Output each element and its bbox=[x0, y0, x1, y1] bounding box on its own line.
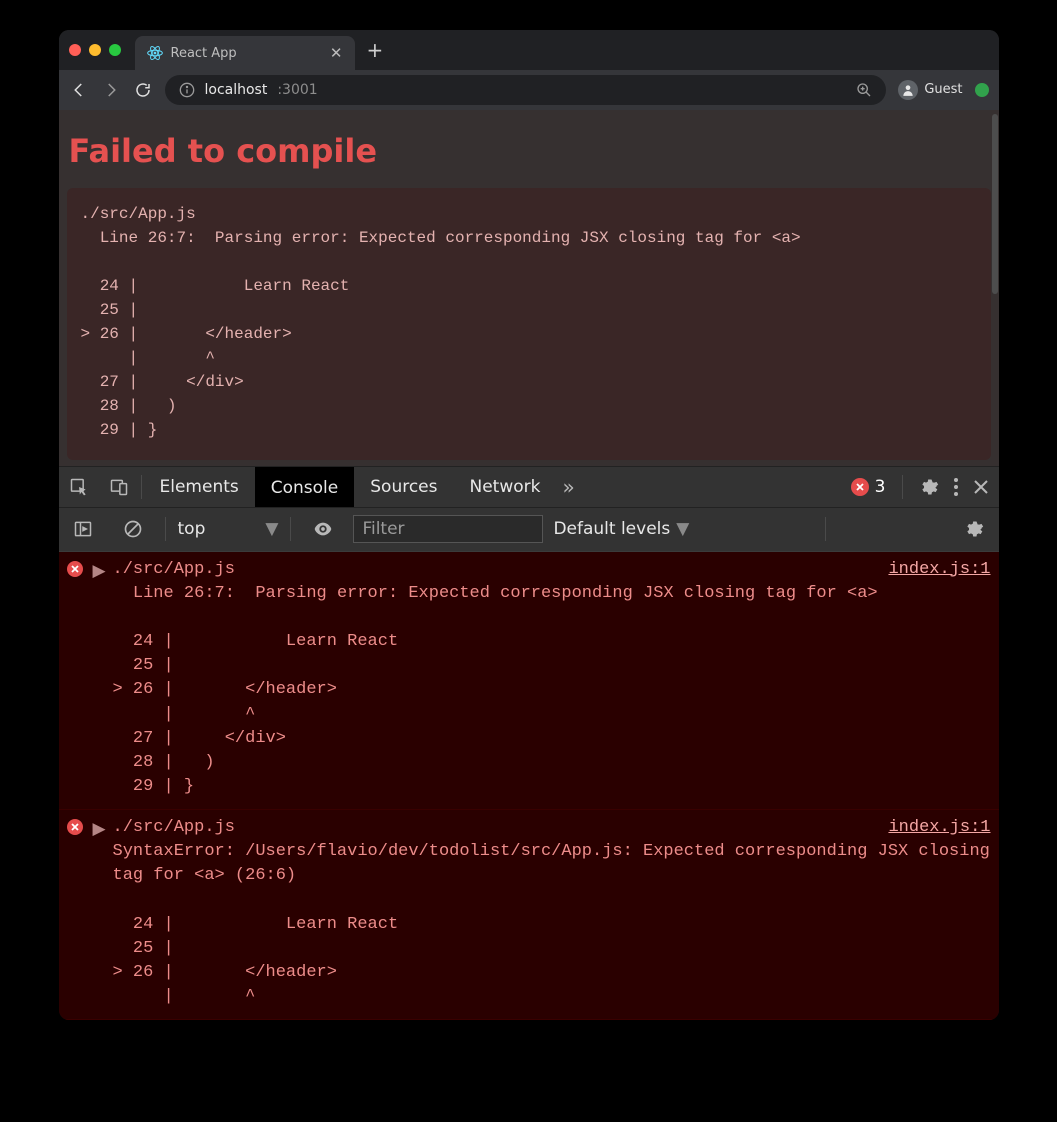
error-icon bbox=[67, 819, 83, 835]
devtools-settings-icon[interactable] bbox=[919, 477, 939, 497]
clear-console-icon[interactable] bbox=[113, 519, 153, 539]
window-controls bbox=[69, 44, 121, 56]
site-info-icon[interactable] bbox=[179, 82, 195, 98]
devtools-tab-console[interactable]: Console bbox=[255, 467, 355, 507]
address-bar: localhost :3001 Guest bbox=[59, 70, 999, 110]
error-count-value: 3 bbox=[875, 477, 886, 497]
tab-bar: React App ✕ + bbox=[59, 30, 999, 70]
more-tabs-icon[interactable]: » bbox=[562, 475, 574, 499]
devtools-tab-sources[interactable]: Sources bbox=[354, 467, 453, 507]
close-tab-icon[interactable]: ✕ bbox=[330, 44, 343, 62]
page-scrollbar[interactable] bbox=[991, 110, 999, 466]
maximize-window-button[interactable] bbox=[109, 44, 121, 56]
console-error-entry: ▶ ./src/App.js index.js:1 SyntaxError: /… bbox=[59, 810, 999, 1020]
console-error-entry: ▶ ./src/App.js index.js:1 Line 26:7: Par… bbox=[59, 552, 999, 810]
console-sidebar-icon[interactable] bbox=[63, 519, 103, 539]
error-count-badge[interactable]: 3 bbox=[851, 477, 886, 497]
console-error-body: SyntaxError: /Users/flavio/dev/todolist/… bbox=[67, 840, 991, 1009]
live-expression-icon[interactable] bbox=[303, 518, 343, 540]
reload-button[interactable] bbox=[133, 80, 153, 100]
devtools-close-icon[interactable] bbox=[973, 479, 989, 495]
chevron-down-icon: ▼ bbox=[265, 519, 278, 539]
zoom-icon[interactable] bbox=[856, 82, 872, 98]
guest-avatar-icon bbox=[898, 80, 918, 100]
url-host: localhost bbox=[205, 82, 268, 98]
url-port: :3001 bbox=[277, 82, 317, 98]
levels-label: Default levels bbox=[553, 519, 670, 539]
browser-window: React App ✕ + localhost :3001 bbox=[59, 30, 999, 1020]
context-value: top bbox=[178, 519, 206, 539]
filter-placeholder: Filter bbox=[362, 519, 404, 539]
context-selector[interactable]: top ▼ bbox=[178, 519, 279, 539]
devtools-tabbar: Elements Console Sources Network » 3 bbox=[59, 466, 999, 508]
error-heading: Failed to compile bbox=[59, 110, 999, 188]
close-window-button[interactable] bbox=[69, 44, 81, 56]
console-toolbar: top ▼ Filter Default levels ▼ bbox=[59, 508, 999, 552]
devtools-tab-elements[interactable]: Elements bbox=[144, 467, 255, 507]
chevron-down-icon: ▼ bbox=[676, 519, 689, 539]
minimize-window-button[interactable] bbox=[89, 44, 101, 56]
inspect-element-icon[interactable] bbox=[59, 477, 99, 497]
error-badge-icon bbox=[851, 478, 869, 496]
guest-label: Guest bbox=[924, 82, 962, 97]
console-settings-icon[interactable] bbox=[964, 519, 984, 539]
error-icon bbox=[67, 561, 83, 577]
browser-tab[interactable]: React App ✕ bbox=[135, 36, 355, 70]
console-error-body: Line 26:7: Parsing error: Expected corre… bbox=[67, 582, 991, 799]
page-viewport: Failed to compile ./src/App.js Line 26:7… bbox=[59, 110, 999, 466]
react-favicon-icon bbox=[147, 45, 163, 61]
console-source-link[interactable]: index.js:1 bbox=[888, 558, 990, 582]
back-button[interactable] bbox=[69, 80, 89, 100]
devtools-menu-icon[interactable] bbox=[953, 477, 959, 497]
expand-icon[interactable]: ▶ bbox=[93, 561, 106, 585]
log-levels-selector[interactable]: Default levels ▼ bbox=[553, 519, 689, 539]
devtools-panel: Elements Console Sources Network » 3 bbox=[59, 466, 999, 1020]
tab-title: React App bbox=[171, 46, 237, 61]
filter-input[interactable]: Filter bbox=[353, 515, 543, 543]
url-field[interactable]: localhost :3001 bbox=[165, 75, 887, 105]
console-source: ./src/App.js bbox=[113, 558, 235, 582]
console-source: ./src/App.js bbox=[113, 816, 235, 840]
new-tab-button[interactable]: + bbox=[367, 38, 384, 62]
profile-button[interactable]: Guest bbox=[898, 80, 962, 100]
console-source-link[interactable]: index.js:1 bbox=[888, 816, 990, 840]
console-output[interactable]: ▶ ./src/App.js index.js:1 Line 26:7: Par… bbox=[59, 552, 999, 1020]
profile-indicator-icon[interactable] bbox=[975, 83, 989, 97]
error-code-block: ./src/App.js Line 26:7: Parsing error: E… bbox=[67, 188, 991, 460]
forward-button[interactable] bbox=[101, 80, 121, 100]
devtools-tab-network[interactable]: Network bbox=[454, 467, 557, 507]
device-toolbar-icon[interactable] bbox=[99, 477, 139, 497]
expand-icon[interactable]: ▶ bbox=[93, 819, 106, 843]
